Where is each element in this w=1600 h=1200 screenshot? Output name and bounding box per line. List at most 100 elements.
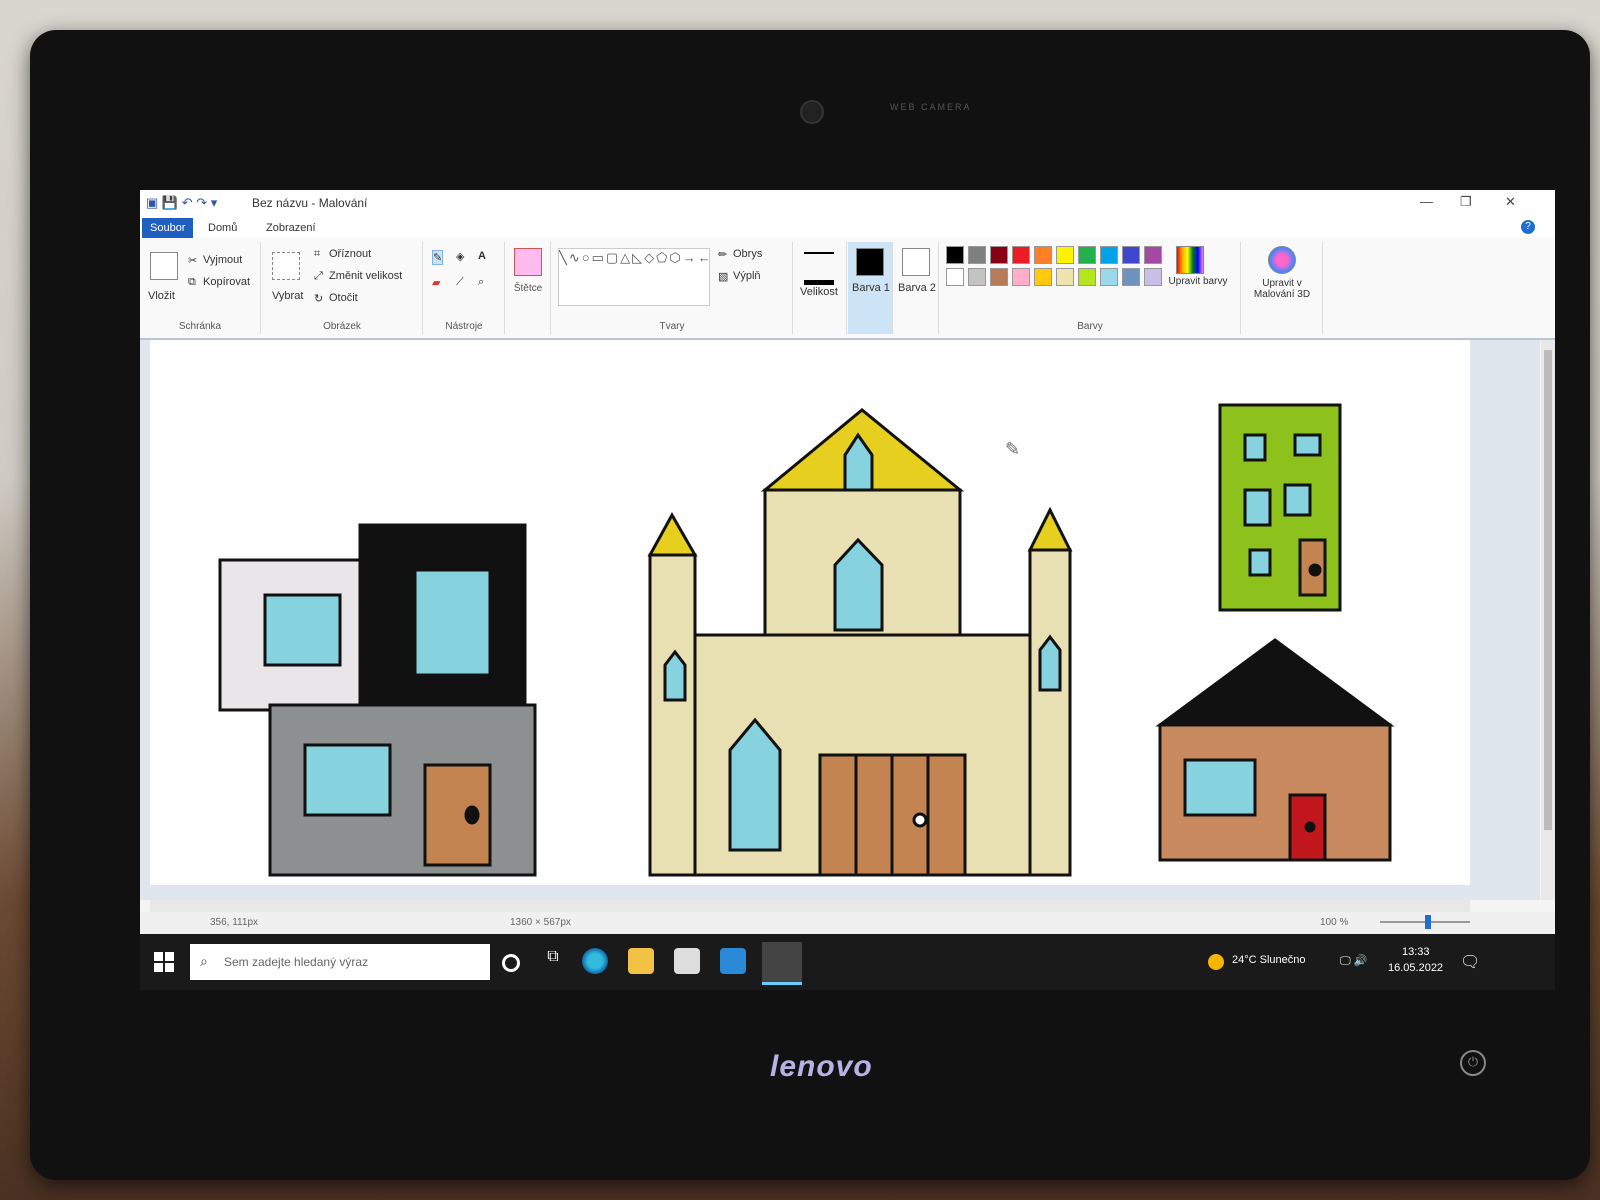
paint-taskbar-icon[interactable] — [762, 942, 802, 985]
crop-button[interactable]: ⌗ Oříznout — [314, 248, 371, 260]
color-swatch[interactable] — [968, 268, 986, 286]
drawing: ✎ — [218, 403, 1395, 877]
ribbon: Vložit ✂ Vyjmout ⧉ Kopírovat Schránka Vybr… — [140, 238, 1555, 340]
window — [1243, 488, 1272, 527]
zoom-knob[interactable] — [1425, 915, 1431, 929]
window-title: Bez názvu - Malování — [252, 196, 368, 210]
help-icon[interactable]: ? — [1521, 220, 1535, 234]
color2-swatch — [902, 248, 930, 276]
paint3d-button[interactable]: Upravit v Malování 3D — [1244, 278, 1320, 300]
horizontal-scrollbar[interactable] — [150, 900, 1470, 912]
color-swatch[interactable] — [1078, 268, 1096, 286]
outline-icon: ✏ — [718, 249, 728, 262]
door-knob — [1304, 821, 1316, 833]
cut-button[interactable]: ✂ Vyjmout — [188, 254, 242, 267]
minimize-icon[interactable]: — — [1420, 194, 1433, 209]
paint3d-icon[interactable] — [1268, 246, 1296, 274]
cortana-icon[interactable] — [502, 954, 520, 972]
color1-swatch — [856, 248, 884, 276]
color-swatch[interactable] — [1144, 246, 1162, 264]
fill-button[interactable]: ▧ Výplň — [718, 270, 761, 283]
paste-button[interactable]: Vložit — [148, 290, 175, 302]
task-view-icon[interactable]: ⧉ — [540, 948, 566, 974]
fill-bucket-icon[interactable]: ◈ — [456, 250, 464, 263]
paste-icon[interactable] — [150, 252, 178, 280]
color-swatch[interactable] — [946, 246, 964, 264]
notifications-icon[interactable]: 🗨 — [1460, 952, 1480, 972]
magnifier-icon[interactable]: ⌕ — [478, 276, 484, 289]
color-swatch[interactable] — [1034, 268, 1052, 286]
church-right-spire — [1027, 506, 1073, 552]
color-swatch[interactable] — [1122, 268, 1140, 286]
color-swatch[interactable] — [968, 246, 986, 264]
pencil-cursor-icon: ✎ — [1005, 439, 1020, 459]
power-icon[interactable]: ⏻ — [1460, 1050, 1486, 1076]
eraser-icon[interactable]: ▰ — [432, 276, 440, 289]
drawing-canvas[interactable]: ✎ — [150, 340, 1470, 885]
windows-start-icon[interactable] — [154, 952, 174, 972]
close-icon[interactable]: ✕ — [1505, 194, 1516, 210]
outline-button[interactable]: ✏ Obrys — [718, 248, 762, 262]
color-swatch[interactable] — [1012, 268, 1030, 286]
window — [1248, 548, 1272, 577]
color1-button[interactable]: Barva 1 — [848, 242, 893, 334]
size-icon[interactable] — [804, 252, 834, 285]
edge-icon[interactable] — [582, 948, 608, 974]
tab-file[interactable]: Soubor — [142, 218, 194, 238]
text-tool-icon[interactable]: A — [478, 250, 486, 262]
search-placeholder: Sem zadejte hledaný výraz — [224, 955, 369, 969]
edit-colors-icon[interactable] — [1176, 246, 1204, 274]
clock-date[interactable]: 16.05.2022 — [1388, 962, 1443, 974]
mail-icon[interactable] — [720, 948, 746, 974]
group-shapes: ╲∿○▭▢△◺◇⬠⬡→←↑↓✦☆✶◯▭⬭ ✏Obrys ▧Výplň Tvary — [552, 242, 793, 334]
quick-access-toolbar[interactable]: ▣ 💾 ↶ ↷ ▾ — [146, 195, 217, 211]
group-colors: Upravit barvy Barvy — [940, 242, 1241, 334]
color-swatch[interactable] — [946, 268, 964, 286]
tab-home[interactable]: Domů — [200, 218, 245, 238]
door — [423, 763, 492, 867]
rotate-button[interactable]: ↻ Otočit — [314, 292, 358, 305]
color-swatch[interactable] — [990, 246, 1008, 264]
file-explorer-icon[interactable] — [628, 948, 654, 974]
group-label-colors: Barvy — [1077, 321, 1103, 332]
color-swatch[interactable] — [1012, 246, 1030, 264]
resize-button[interactable]: ⤢ Změnit velikost — [314, 270, 402, 282]
color-picker-icon[interactable]: ⟋ — [456, 276, 464, 289]
weather-text[interactable]: 24°C Slunečno — [1232, 954, 1306, 966]
clock-time[interactable]: 13:33 — [1402, 946, 1430, 958]
title-bar: ▣ 💾 ↶ ↷ ▾ Bez názvu - Malování — ❐ ✕ — [140, 190, 1555, 216]
copy-button[interactable]: ⧉ Kopírovat — [188, 276, 250, 288]
network-volume-icons[interactable]: 🖵 🔊 — [1340, 954, 1367, 968]
pencil-icon[interactable]: ✎ — [432, 250, 444, 265]
shapes-gallery[interactable]: ╲∿○▭▢△◺◇⬠⬡→←↑↓✦☆✶◯▭⬭ — [558, 248, 710, 306]
group-label-image: Obrázek — [323, 321, 361, 332]
church-door-knob — [912, 812, 928, 828]
color-swatch[interactable] — [1122, 246, 1140, 264]
color-swatch[interactable] — [1056, 246, 1074, 264]
brushes-button[interactable]: Štětce — [506, 283, 550, 294]
color2-button[interactable]: Barva 2 — [894, 242, 939, 334]
color-swatch[interactable] — [1144, 268, 1162, 286]
size-button[interactable]: Velikost — [800, 286, 838, 298]
edit-colors-button[interactable]: Upravit barvy — [1168, 276, 1228, 287]
webcam — [800, 100, 824, 124]
copy-icon: ⧉ — [188, 276, 196, 289]
store-icon[interactable] — [674, 948, 700, 974]
color-swatch[interactable] — [1078, 246, 1096, 264]
tab-view[interactable]: Zobrazení — [258, 218, 324, 238]
scroll-thumb[interactable] — [1544, 350, 1552, 830]
select-button[interactable]: Vybrat — [272, 290, 303, 302]
color-swatch[interactable] — [1100, 246, 1118, 264]
color-swatch[interactable] — [1056, 268, 1074, 286]
color-swatch[interactable] — [1100, 268, 1118, 286]
maximize-icon[interactable]: ❐ — [1460, 194, 1472, 210]
select-icon[interactable] — [272, 252, 300, 280]
color-swatch[interactable] — [990, 268, 1008, 286]
church-left-spire — [647, 511, 698, 557]
color-swatch[interactable] — [1034, 246, 1052, 264]
webcam-label: WEB CAMERA — [890, 102, 972, 112]
brush-icon[interactable] — [514, 248, 542, 276]
taskbar-search[interactable]: ⌕ Sem zadejte hledaný výraz — [190, 944, 490, 980]
group-size: Velikost — [794, 242, 847, 334]
vertical-scrollbar[interactable] — [1541, 340, 1555, 900]
